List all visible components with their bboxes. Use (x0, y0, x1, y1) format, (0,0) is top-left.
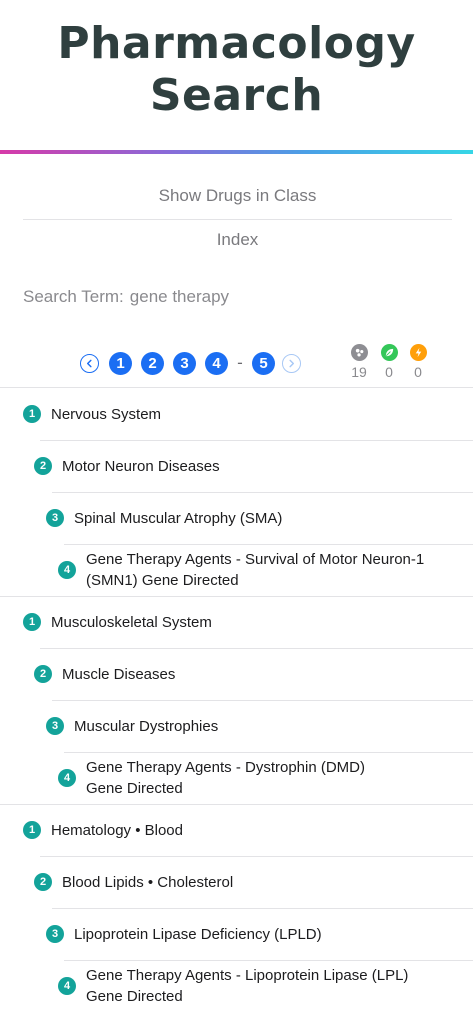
counter-value: 0 (385, 364, 393, 380)
app-title-line1: Pharmacology (57, 18, 416, 69)
leaf-icon (380, 344, 398, 361)
counter-value: 0 (414, 364, 422, 380)
counter-molecule[interactable]: 19 (347, 344, 371, 381)
tree-row-label-line: Gene Therapy Agents - Survival of Motor … (86, 551, 425, 568)
tree-row-level-4[interactable]: 4 Gene Therapy Agents - Lipoprotein Lipas… (58, 960, 465, 1012)
tree-row-label-line: Blood Lipids • Cholesterol (62, 873, 234, 891)
page-3-button[interactable]: 3 (173, 351, 196, 375)
tree-row-label-line: Nervous System (51, 405, 162, 423)
tree-row-level-2[interactable]: 2 Muscle Diseases (34, 648, 465, 700)
level-badge: 4 (58, 977, 76, 995)
level-badge: 1 (23, 613, 41, 631)
pagination: 1 2 3 4 - 5 (80, 351, 301, 375)
tree-row-label-line: Motor Neuron Diseases (62, 457, 220, 475)
tree-row-label-line: Musculoskeletal System (51, 613, 212, 631)
tree-row-label: Gene Therapy Agents - Lipoprotein Lipase… (86, 965, 408, 1007)
counter-leaf[interactable]: 0 (377, 344, 401, 381)
app-header: Pharmacology Search (0, 0, 473, 150)
tree-row-label-line: Hematology • Blood (51, 821, 183, 839)
app-title-line2: Search (149, 70, 324, 121)
level-badge: 2 (34, 457, 52, 475)
counter-bolt[interactable]: 0 (406, 344, 430, 381)
header-gradient-divider (0, 150, 473, 154)
level-badge: 3 (46, 717, 64, 735)
level-badge: 4 (58, 561, 76, 579)
tree-row-label: Gene Therapy Agents - Survival of Motor … (86, 549, 424, 591)
tree-row-label: Musculoskeletal System (51, 612, 212, 633)
counter-value: 19 (351, 364, 367, 380)
tree-row-level-1[interactable]: 1 Hematology • Blood (23, 804, 465, 856)
level-badge: 3 (46, 509, 64, 527)
level-badge: 1 (23, 821, 41, 839)
tree-row-label: Blood Lipids • Cholesterol (62, 872, 233, 893)
search-term-value: gene therapy (129, 287, 230, 306)
page-1-button[interactable]: 1 (109, 351, 132, 375)
level-badge: 2 (34, 665, 52, 683)
tree-row-label-line: Spinal Muscular Atrophy (SMA) (74, 509, 283, 527)
molecule-icon (350, 344, 368, 361)
tree-row-label: Motor Neuron Diseases (62, 456, 220, 477)
tree-row-label: Muscle Diseases (62, 664, 175, 685)
search-term: Search Term: gene therapy (23, 285, 229, 309)
tree-row-level-1[interactable]: 1 Nervous System (23, 388, 465, 440)
tree-row-label: Nervous System (51, 404, 161, 425)
tree-row-level-2[interactable]: 2 Blood Lipids • Cholesterol (34, 856, 465, 908)
tree-row-level-2[interactable]: 2 Motor Neuron Diseases (34, 440, 465, 492)
chevron-right-icon[interactable] (282, 353, 301, 373)
level-badge: 4 (58, 769, 76, 787)
page-4-button[interactable]: 4 (205, 351, 228, 375)
tree-row-level-1[interactable]: 1 Musculoskeletal System (23, 596, 465, 648)
tree-row-level-3[interactable]: 3 Lipoprotein Lipase Deficiency (LPLD) (46, 908, 465, 960)
level-badge: 2 (34, 873, 52, 891)
tree-row-label: Gene Therapy Agents - Dystrophin (DMD) Ge… (86, 757, 365, 799)
tree-row-level-3[interactable]: 3 Muscular Dystrophies (46, 700, 465, 752)
tree-row-label-line: Gene Therapy Agents - Dystrophin (DMD) (86, 759, 366, 776)
tree-row-label-line: Gene Directed (86, 780, 183, 797)
tree-row-label: Hematology • Blood (51, 820, 183, 841)
tree-row-label: Lipoprotein Lipase Deficiency (LPLD) (74, 924, 322, 945)
app-title: Pharmacology Search (0, 18, 473, 122)
page-2-button[interactable]: 2 (141, 351, 164, 375)
tree-row-label: Muscular Dystrophies (74, 716, 218, 737)
level-badge: 3 (46, 925, 64, 943)
show-drugs-in-class-button[interactable]: Show Drugs in Class (23, 174, 452, 218)
tree-row-label-line: Muscle Diseases (62, 665, 176, 683)
page-range-separator: - (237, 353, 243, 372)
tree-row-level-4[interactable]: 4 Gene Therapy Agents - Dystrophin (DMD) G… (58, 752, 465, 804)
tree-row-label-line: Gene Therapy Agents - Lipoprotein Lipase… (86, 967, 409, 984)
chevron-left-icon[interactable] (80, 353, 99, 373)
tree-row-label: Spinal Muscular Atrophy (SMA) (74, 508, 282, 529)
tree-row-level-4[interactable]: 4 Gene Therapy Agents - Survival of Motor… (58, 544, 465, 596)
bolt-icon (409, 344, 427, 361)
search-term-label: Search Term: (23, 287, 124, 306)
tree-row-label-line: Lipoprotein Lipase Deficiency (LPLD) (74, 925, 322, 943)
tree-row-label-line: (SMN1) Gene Directed (86, 572, 239, 589)
page-5-button[interactable]: 5 (252, 351, 275, 375)
tree-row-label-line: Muscular Dystrophies (74, 717, 219, 735)
tree-row-level-3[interactable]: 3 Spinal Muscular Atrophy (SMA) (46, 492, 465, 544)
level-badge: 1 (23, 405, 41, 423)
index-button[interactable]: Index (23, 218, 452, 262)
tree-row-label-line: Gene Directed (86, 988, 183, 1005)
